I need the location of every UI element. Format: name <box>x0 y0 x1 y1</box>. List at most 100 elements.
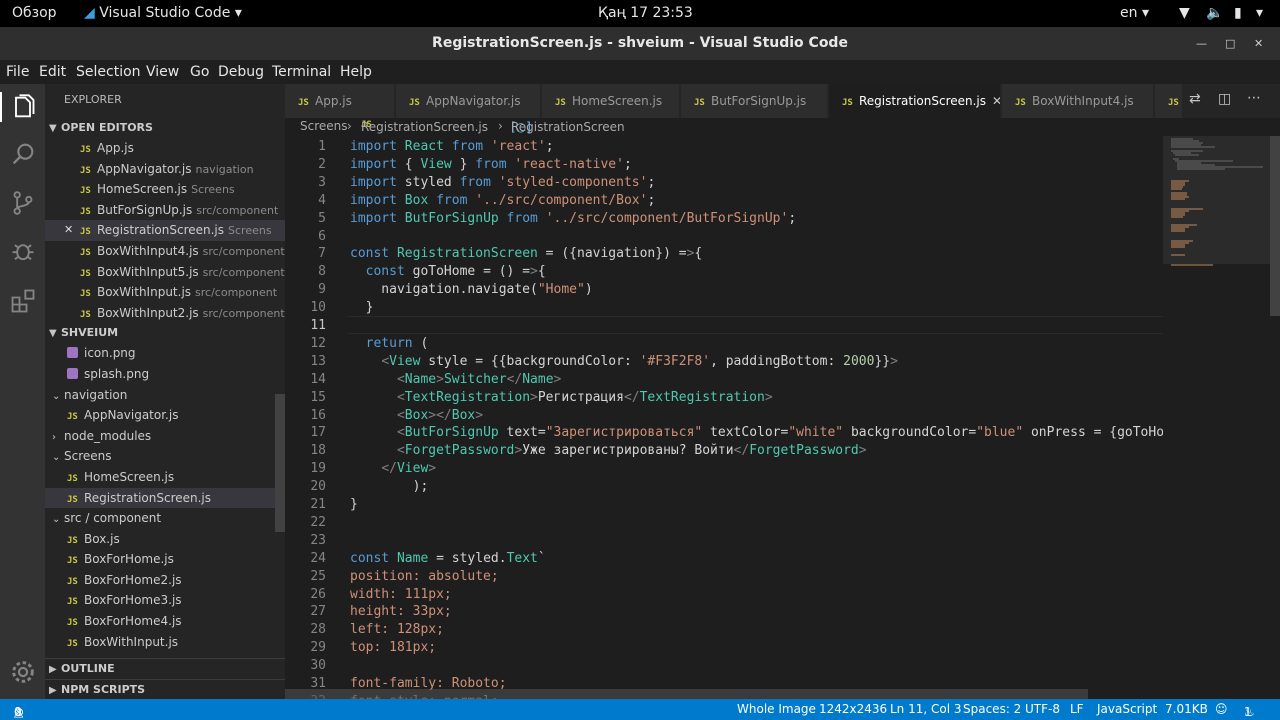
activities-button[interactable]: Обзор <box>12 5 57 21</box>
menu-terminal[interactable]: Terminal <box>272 64 331 80</box>
tree-file[interactable]: icon.png <box>45 343 285 364</box>
more-actions-icon[interactable]: ⋯ <box>1247 90 1261 106</box>
app-menu[interactable]: ◢ Visual Studio Code ▾ <box>84 5 242 21</box>
code-line[interactable]: } <box>350 299 374 317</box>
volume-icon[interactable]: 🔈 <box>1206 5 1223 21</box>
search-icon[interactable] <box>9 140 37 168</box>
tree-folder-screens[interactable]: ⌄ Screens <box>45 446 285 467</box>
tab-box-with-input4[interactable]: JS BoxWithInput4.js <box>1002 84 1154 118</box>
encoding[interactable]: UTF-8 <box>1025 702 1060 716</box>
tree-file-selected[interactable]: JS RegistrationScreen.js <box>45 487 285 509</box>
code-line[interactable]: ); <box>350 478 429 496</box>
code-line[interactable]: width: 111px; <box>350 586 452 604</box>
system-menu-chevron-icon[interactable]: ▾ <box>1256 5 1263 21</box>
open-editor-item[interactable]: JS BoxWithInput2.js src/component <box>45 303 285 324</box>
code-line[interactable]: <TextRegistration>Регистрация</TextRegis… <box>350 389 773 407</box>
open-editor-item-active[interactable]: ✕ JS RegistrationScreen.js Screens <box>45 220 285 241</box>
menu-view[interactable]: View <box>146 64 179 80</box>
project-header[interactable]: ▼ SHVEIUM <box>45 323 285 343</box>
menu-debug[interactable]: Debug <box>218 64 264 80</box>
code-line[interactable]: <ForgetPassword>Уже зарегистрированы? Во… <box>350 442 867 460</box>
code-line[interactable]: position: absolute; <box>350 568 499 586</box>
tree-file[interactable]: JS Box.js <box>45 529 285 550</box>
tree-file[interactable]: JS AppNavigator.js <box>45 405 285 426</box>
tree-file[interactable]: splash.png <box>45 364 285 385</box>
minimap[interactable] <box>1163 136 1280 699</box>
tree-file[interactable]: JS BoxForHome4.js <box>45 611 285 632</box>
split-editor-icon[interactable]: ◫ <box>1218 91 1231 107</box>
open-editor-item[interactable]: JS BoxWithInput5.js src/component <box>45 262 285 283</box>
code-line[interactable]: <ButForSignUp text="Зарегистрироваться" … <box>350 424 1163 442</box>
code-line[interactable]: <Box></Box> <box>350 407 483 425</box>
code-line[interactable]: const Name = styled.Text` <box>350 550 546 568</box>
code-line[interactable]: import ButForSignUp from '../src/compone… <box>350 210 796 228</box>
maximize-icon[interactable]: □ <box>1225 27 1235 60</box>
tab-registration-screen[interactable]: JSRegistrationScreen.js✕ <box>829 84 1001 118</box>
code-line[interactable]: import Box from '../src/component/Box'; <box>350 192 655 210</box>
tab-home-screen[interactable]: JS HomeScreen.js <box>542 84 680 118</box>
indentation[interactable]: Spaces: 2 <box>963 702 1021 716</box>
code-line[interactable]: navigation.navigate("Home") <box>350 281 592 299</box>
code-editor[interactable]: 1 import React from 'react'; 2 import { Vie… <box>285 136 1163 699</box>
close-tab-icon[interactable]: ✕ <box>992 94 1000 108</box>
tree-folder-src-component[interactable]: ⌄ src / component <box>45 508 285 529</box>
debug-icon[interactable] <box>9 237 37 265</box>
tab-app[interactable]: JS App.js <box>285 84 395 118</box>
line-ending[interactable]: LF <box>1070 702 1084 716</box>
open-changes-icon[interactable]: ⇄ <box>1189 91 1201 107</box>
image-view-mode[interactable]: Whole Image <box>737 702 816 716</box>
menu-edit[interactable]: Edit <box>39 64 66 80</box>
tab-app-navigator[interactable]: JS AppNavigator.js <box>396 84 541 118</box>
language-indicator[interactable]: en ▾ <box>1120 5 1149 21</box>
settings-icon[interactable] <box>9 658 37 686</box>
tab-overflow[interactable]: JS <box>1155 84 1183 118</box>
cursor-position[interactable]: Ln 11, Col 3 <box>890 702 962 716</box>
feedback-icon[interactable]: ☺ <box>1215 702 1228 716</box>
code-line[interactable]: <Name>Switcher</Name> <box>350 371 561 389</box>
code-line[interactable]: import { View } from 'react-native'; <box>350 156 632 174</box>
battery-icon[interactable]: ▮ <box>1234 5 1242 21</box>
code-line[interactable]: <View style = {{backgroundColor: '#F3F2F… <box>350 353 898 371</box>
code-line[interactable]: import React from 'react'; <box>350 138 554 156</box>
open-editor-item[interactable]: JS HomeScreen.js Screens <box>45 179 285 200</box>
tree-file[interactable]: JS HomeScreen.js <box>45 467 285 488</box>
tree-file[interactable]: JS BoxWithInput.js <box>45 632 285 653</box>
code-line[interactable]: left: 128px; <box>350 621 444 639</box>
code-line[interactable]: import styled from 'styled-components'; <box>350 174 655 192</box>
tree-folder-navigation[interactable]: ⌄ navigation <box>45 385 285 406</box>
tree-folder-node-modules[interactable]: › node_modules <box>45 426 285 447</box>
clock[interactable]: Қаң 17 23:53 <box>598 5 693 21</box>
menu-help[interactable]: Help <box>340 64 372 80</box>
code-line[interactable]: </View> <box>350 460 436 478</box>
horizontal-scrollbar[interactable] <box>285 689 1088 699</box>
source-control-icon[interactable] <box>9 189 37 217</box>
open-editor-item[interactable]: JS App.js <box>45 138 285 159</box>
open-editors-header[interactable]: ▼ OPEN EDITORS <box>45 118 285 138</box>
open-editor-item[interactable]: JS ButForSignUp.js src/component <box>45 200 285 221</box>
code-line[interactable]: return ( <box>350 335 429 353</box>
code-line[interactable]: } <box>350 496 358 514</box>
close-window-icon[interactable]: ✕ <box>1254 27 1263 60</box>
code-line[interactable]: height: 33px; <box>350 603 452 621</box>
tree-file[interactable]: JS BoxForHome3.js <box>45 590 285 611</box>
explorer-icon[interactable] <box>9 93 37 121</box>
menu-selection[interactable]: Selection <box>76 64 141 80</box>
menu-file[interactable]: File <box>6 64 29 80</box>
tree-file[interactable]: JS BoxForHome2.js <box>45 570 285 591</box>
tree-file[interactable]: JS BoxForHome.js <box>45 549 285 570</box>
menu-go[interactable]: Go <box>190 64 209 80</box>
language-mode[interactable]: JavaScript <box>1097 702 1157 716</box>
open-editor-item[interactable]: JS AppNavigator.js navigation <box>45 159 285 180</box>
breadcrumb-folder[interactable]: Screens <box>300 119 348 133</box>
sidebar-scrollbar[interactable] <box>275 394 285 532</box>
close-editor-icon[interactable]: ✕ <box>64 220 73 241</box>
extensions-icon[interactable] <box>9 287 37 315</box>
tab-but-for-sign-up[interactable]: JS ButForSignUp.js <box>681 84 828 118</box>
code-line[interactable]: const goToHome = () =>{ <box>350 263 546 281</box>
wifi-icon[interactable]: ▼ <box>1179 5 1190 21</box>
minimize-icon[interactable]: — <box>1196 27 1207 60</box>
code-line[interactable]: top: 181px; <box>350 639 436 657</box>
outline-header[interactable]: ▶ OUTLINE <box>45 658 285 678</box>
code-line[interactable]: const RegistrationScreen = ({navigation}… <box>350 245 702 263</box>
npm-scripts-header[interactable]: ▶ NPM SCRIPTS <box>45 679 285 699</box>
